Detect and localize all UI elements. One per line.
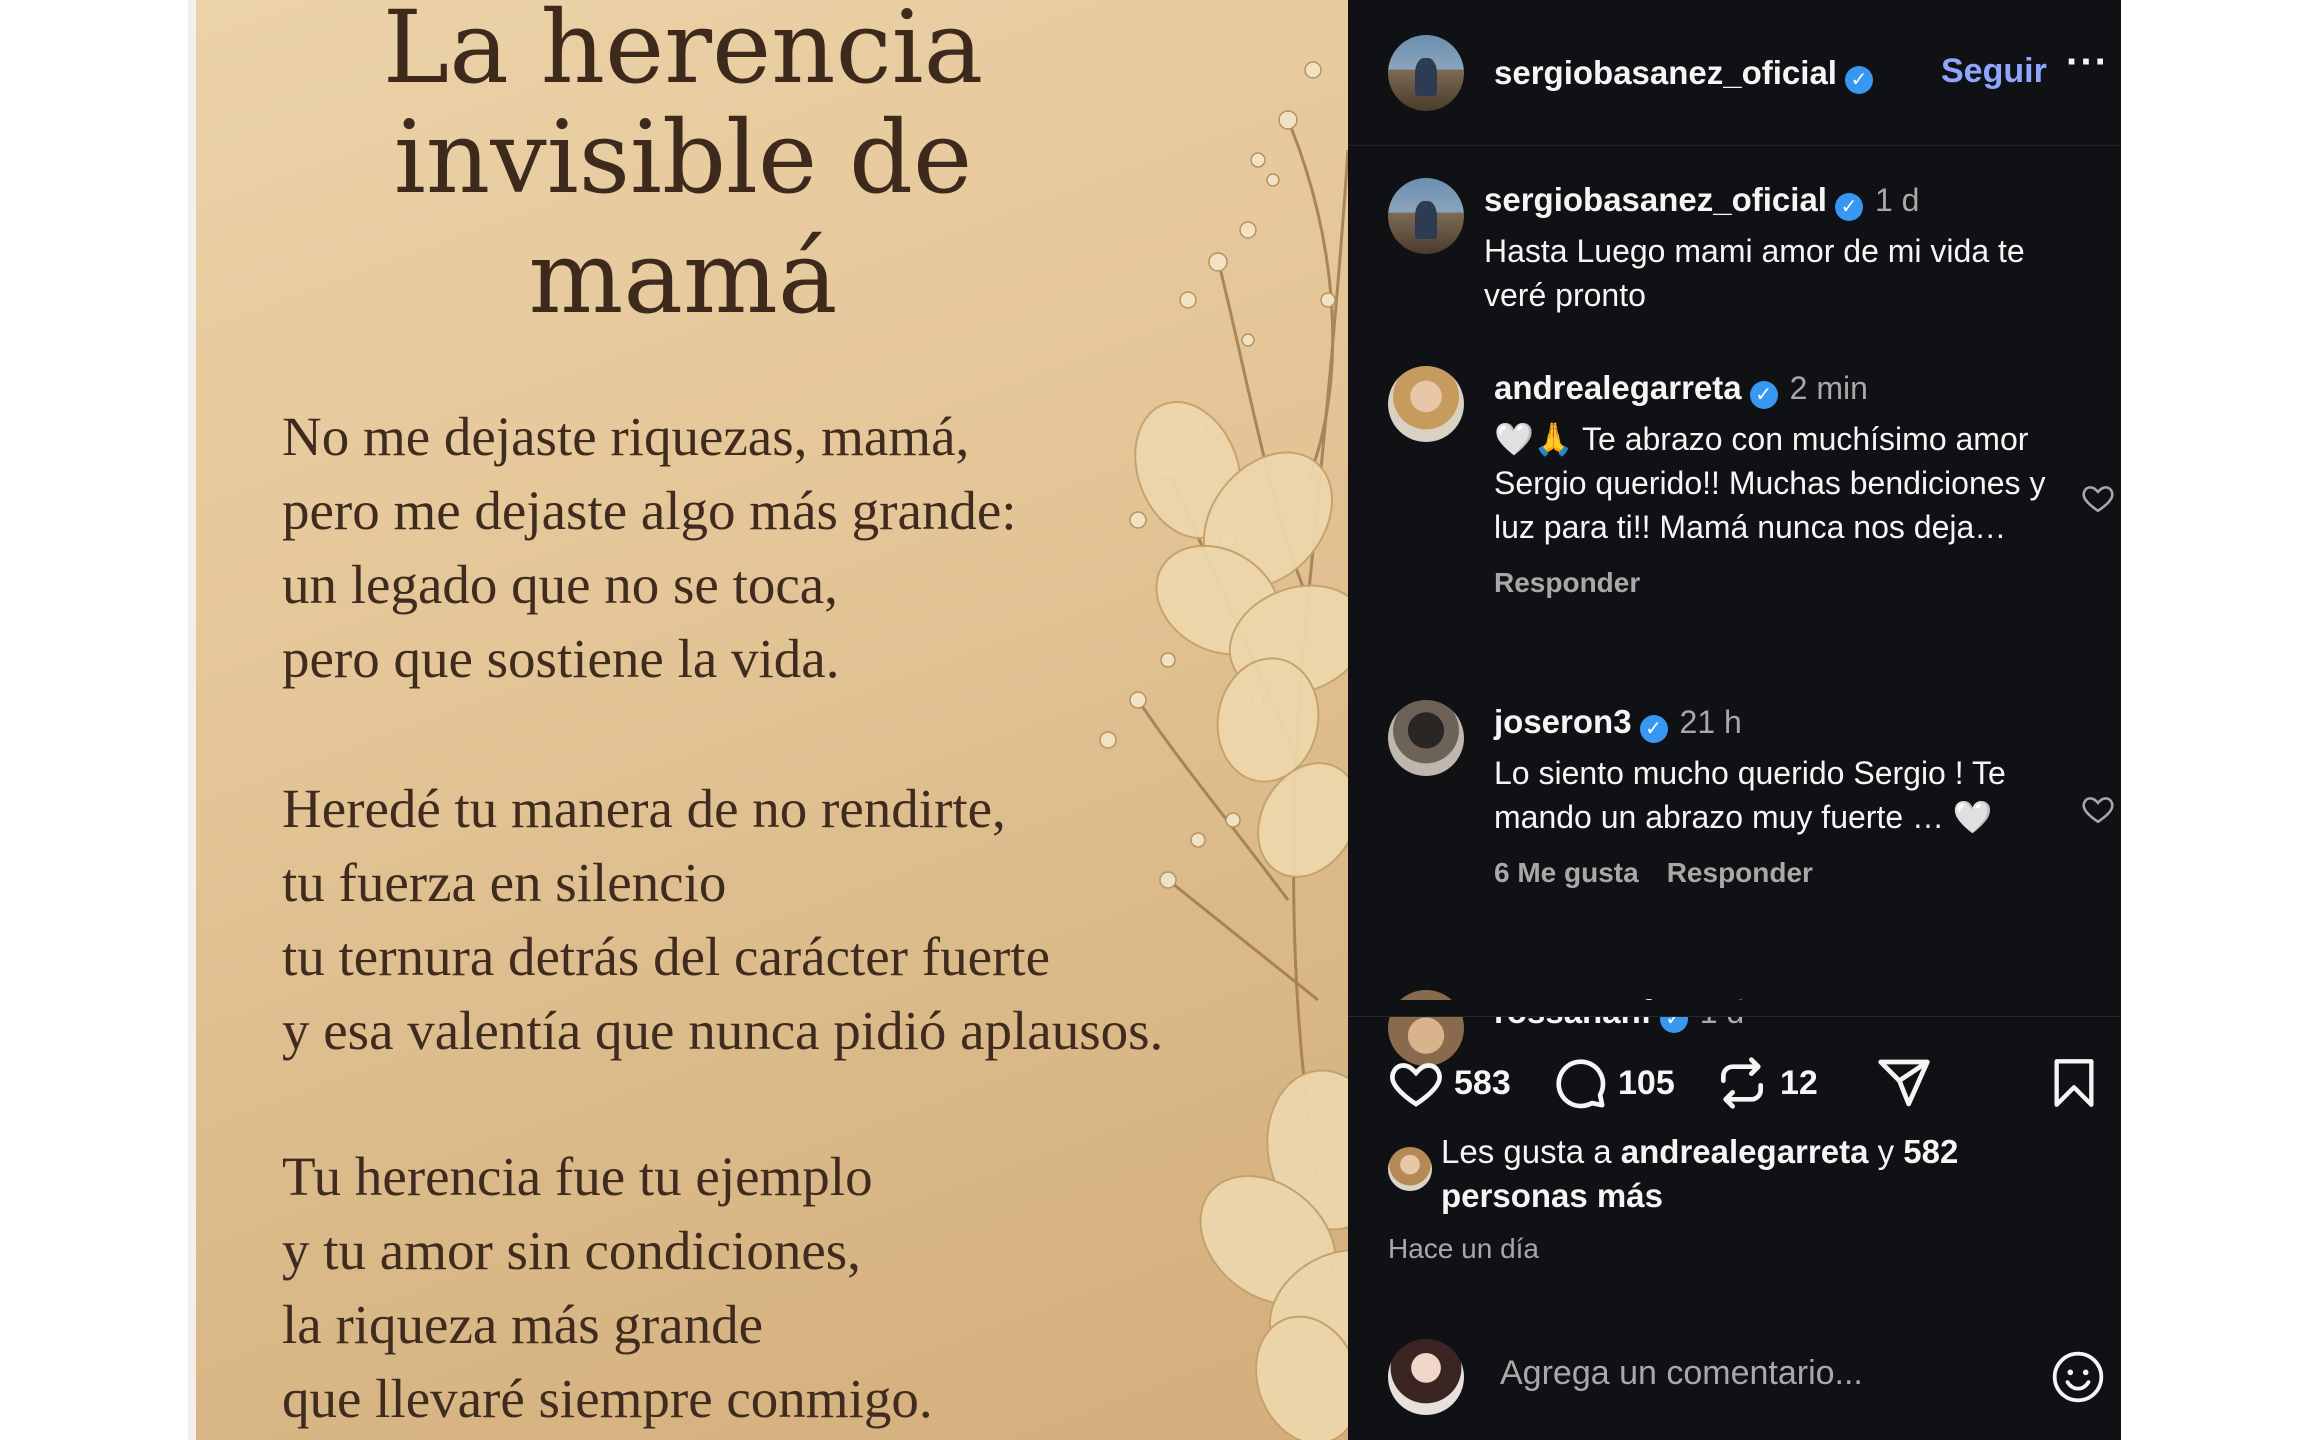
post-image[interactable]: La herencia invisible de mamá No me deja…: [188, 0, 1348, 1440]
liked-by-summary[interactable]: Les gusta a andrealegarreta y 582 person…: [1441, 1130, 2081, 1218]
poem-title-line-2: invisible de: [393, 99, 973, 216]
post-timestamp[interactable]: Hace un día: [1388, 1233, 1539, 1265]
save-action[interactable]: [2048, 1055, 2100, 1111]
share-icon[interactable]: [1876, 1055, 1932, 1111]
comment-body: joseron3 ✓ 21 h Lo siento mucho querido Se…: [1494, 700, 2064, 889]
repost-icon[interactable]: [1714, 1055, 1770, 1111]
like-action[interactable]: 583: [1388, 1055, 1511, 1111]
comment-username[interactable]: joseron3: [1494, 703, 1632, 740]
post-action-bar: 583 105 12 Les gusta a andrealegarreta y…: [1348, 1016, 2121, 1440]
comment-text: 🤍🙏 Te abrazo con muchísimo amor Sergio q…: [1494, 421, 2046, 545]
caption-username[interactable]: sergiobasanez_oficial: [1484, 181, 1827, 218]
emoji-icon[interactable]: [2050, 1349, 2106, 1405]
verified-icon: ✓: [1749, 380, 1778, 409]
post-details-panel: sergiobasanez_oficial ✓ Seguir ··· sergio…: [1348, 0, 2121, 1440]
liked-by-user[interactable]: andrealegarreta: [1621, 1133, 1869, 1170]
poem-line: pero me dejaste algo más grande:: [282, 480, 1017, 541]
reply-button[interactable]: Responder: [1667, 857, 1813, 888]
caption-body: sergiobasanez_oficial ✓ 1 d Hasta Luego ma…: [1484, 178, 2054, 317]
comment-actions: Responder: [1494, 567, 2064, 599]
comment-like-heart-icon[interactable]: [2081, 792, 2115, 826]
comment-meta-row: joseron3 ✓ 21 h: [1494, 700, 2064, 751]
poem-line: tu ternura detrás del carácter fuerte: [282, 926, 1050, 987]
comment-action[interactable]: 105: [1552, 1055, 1675, 1111]
comment-time[interactable]: 21 h: [1680, 704, 1742, 740]
bookmark-icon[interactable]: [2048, 1055, 2100, 1111]
poem-stanza-2: Heredé tu manera de no rendirte, tu fuer…: [282, 772, 1163, 1068]
verified-icon: ✓: [1639, 714, 1668, 743]
comment-meta-row: andrealegarreta ✓ 2 min: [1494, 366, 2064, 417]
heart-icon[interactable]: [1388, 1055, 1444, 1111]
liked-by-connector: y: [1877, 1133, 1895, 1170]
poem-line: Heredé tu manera de no rendirte,: [282, 778, 1006, 839]
author-username[interactable]: sergiobasanez_oficial: [1494, 54, 1837, 91]
more-icon[interactable]: ···: [2066, 40, 2109, 85]
comment-text: Lo siento mucho querido Sergio ! Te mand…: [1494, 755, 2006, 835]
liker-avatar[interactable]: [1388, 1147, 1432, 1191]
poem-line: tu fuerza en silencio: [282, 852, 727, 913]
liked-by-prefix: Les gusta a: [1441, 1133, 1612, 1170]
poem-line: y tu amor sin condiciones,: [282, 1220, 861, 1281]
caption-meta-row: sergiobasanez_oficial ✓ 1 d: [1484, 178, 2054, 229]
commenter-avatar[interactable]: [1388, 700, 1464, 776]
poem-line: Tu herencia fue tu ejemplo: [282, 1146, 873, 1207]
caption-avatar[interactable]: [1388, 178, 1464, 254]
comment-time[interactable]: 2 min: [1790, 370, 1868, 406]
comment-body: andrealegarreta ✓ 2 min 🤍🙏 Te abrazo con m…: [1494, 366, 2064, 599]
comments-scroll-clip: [1348, 1000, 2121, 1016]
comments-count[interactable]: 105: [1618, 1064, 1675, 1103]
poem-line: que llevaré siempre conmigo.: [282, 1368, 933, 1429]
likes-count[interactable]: 583: [1454, 1064, 1511, 1103]
poem-title-line-3: mamá: [528, 219, 838, 336]
poem-line: pero que sostiene la vida.: [282, 628, 840, 689]
poem-stanza-3: Tu herencia fue tu ejemplo y tu amor sin…: [282, 1140, 933, 1436]
comment-actions: 6 Me gusta Responder: [1494, 857, 2064, 889]
poem-stanza-1: No me dejaste riquezas, mamá, pero me de…: [282, 400, 1017, 696]
share-action[interactable]: [1876, 1055, 1932, 1111]
poem-title-line-1: La herencia: [382, 0, 984, 106]
poem-line: y esa valentía que nunca pidió aplausos.: [282, 1000, 1164, 1061]
follow-button[interactable]: Seguir: [1941, 52, 2047, 91]
current-user-avatar: [1388, 1339, 1464, 1415]
reposts-count[interactable]: 12: [1780, 1064, 1818, 1103]
comment-like-heart-icon[interactable]: [2081, 481, 2115, 515]
caption-text: Hasta Luego mami amor de mi vida te veré…: [1484, 233, 2025, 313]
post-header: sergiobasanez_oficial ✓ Seguir ···: [1348, 0, 2121, 146]
poem-line: No me dejaste riquezas, mamá,: [282, 406, 970, 467]
author-avatar[interactable]: [1388, 35, 1464, 111]
post-modal: La herencia invisible de mamá No me deja…: [188, 0, 2121, 1440]
verified-icon: ✓: [1834, 192, 1863, 221]
poem-line: la riqueza más grande: [282, 1294, 764, 1355]
commenter-avatar[interactable]: [1388, 366, 1464, 442]
comment-icon[interactable]: [1552, 1055, 1608, 1111]
comment-likes-count[interactable]: 6 Me gusta: [1494, 857, 1639, 888]
caption-time[interactable]: 1 d: [1875, 182, 1919, 218]
author-name-row: sergiobasanez_oficial ✓: [1494, 54, 1873, 94]
poem-line: un legado que no se toca,: [282, 554, 838, 615]
repost-action[interactable]: 12: [1714, 1055, 1818, 1111]
verified-icon: ✓: [1844, 65, 1873, 94]
comment-input[interactable]: [1498, 1347, 2042, 1399]
reply-button[interactable]: Responder: [1494, 567, 1640, 598]
comment-username[interactable]: andrealegarreta: [1494, 369, 1742, 406]
